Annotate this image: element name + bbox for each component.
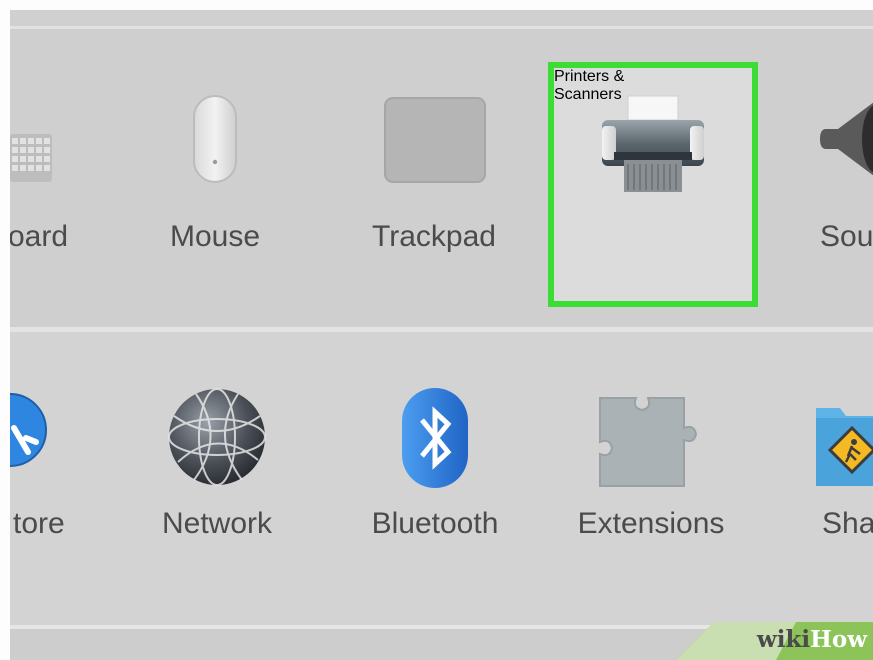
pref-extensions-label: Extensions <box>577 507 725 540</box>
pref-trackpad[interactable]: Trackpad <box>362 29 506 327</box>
pref-sharing-label: Shar <box>822 507 873 540</box>
pref-network-label: Network <box>161 507 273 540</box>
wikihow-wiki-text: wiki <box>756 626 811 653</box>
pref-keyboard-label: oard <box>10 220 69 253</box>
puzzle-piece-icon <box>596 394 706 490</box>
pref-app-store-label: tore <box>13 507 65 540</box>
pref-mouse[interactable]: Mouse <box>150 29 280 327</box>
screenshot-stage: oard Mouse Trackpad Printers & Scanners … <box>0 0 873 660</box>
mouse-icon <box>192 94 238 184</box>
trackpad-icon <box>384 97 486 183</box>
sharing-folder-icon <box>816 398 873 486</box>
top-strip <box>10 10 873 26</box>
system-preferences-window: oard Mouse Trackpad Printers & Scanners … <box>10 10 873 660</box>
pref-sound[interactable]: Sou <box>800 29 873 327</box>
printers-scanners-label-line1: Printers & <box>554 68 625 85</box>
pref-app-store[interactable]: tore <box>10 332 90 625</box>
keyboard-icon <box>10 134 52 182</box>
wikihow-watermark: wikiHow <box>676 622 873 660</box>
pref-sound-label: Sou <box>820 220 873 253</box>
printer-icon <box>598 92 708 202</box>
pref-mouse-label: Mouse <box>169 220 261 253</box>
wikihow-how-text: How <box>810 626 867 653</box>
pref-sharing[interactable]: Shar <box>800 332 873 625</box>
pref-extensions[interactable]: Extensions <box>566 332 736 625</box>
bluetooth-icon <box>400 386 470 490</box>
wikihow-logo-text: wikiHow <box>757 625 867 655</box>
app-store-icon <box>10 390 48 470</box>
pref-trackpad-label: Trackpad <box>372 220 496 253</box>
network-globe-icon <box>166 386 268 488</box>
printers-scanners-highlight[interactable]: Printers & Scanners <box>548 62 758 307</box>
pref-bluetooth[interactable]: Bluetooth <box>360 332 510 625</box>
pref-network[interactable]: Network <box>142 332 292 625</box>
pref-keyboard[interactable]: oard <box>10 29 90 327</box>
speaker-icon <box>818 89 873 189</box>
pref-bluetooth-label: Bluetooth <box>371 507 499 540</box>
